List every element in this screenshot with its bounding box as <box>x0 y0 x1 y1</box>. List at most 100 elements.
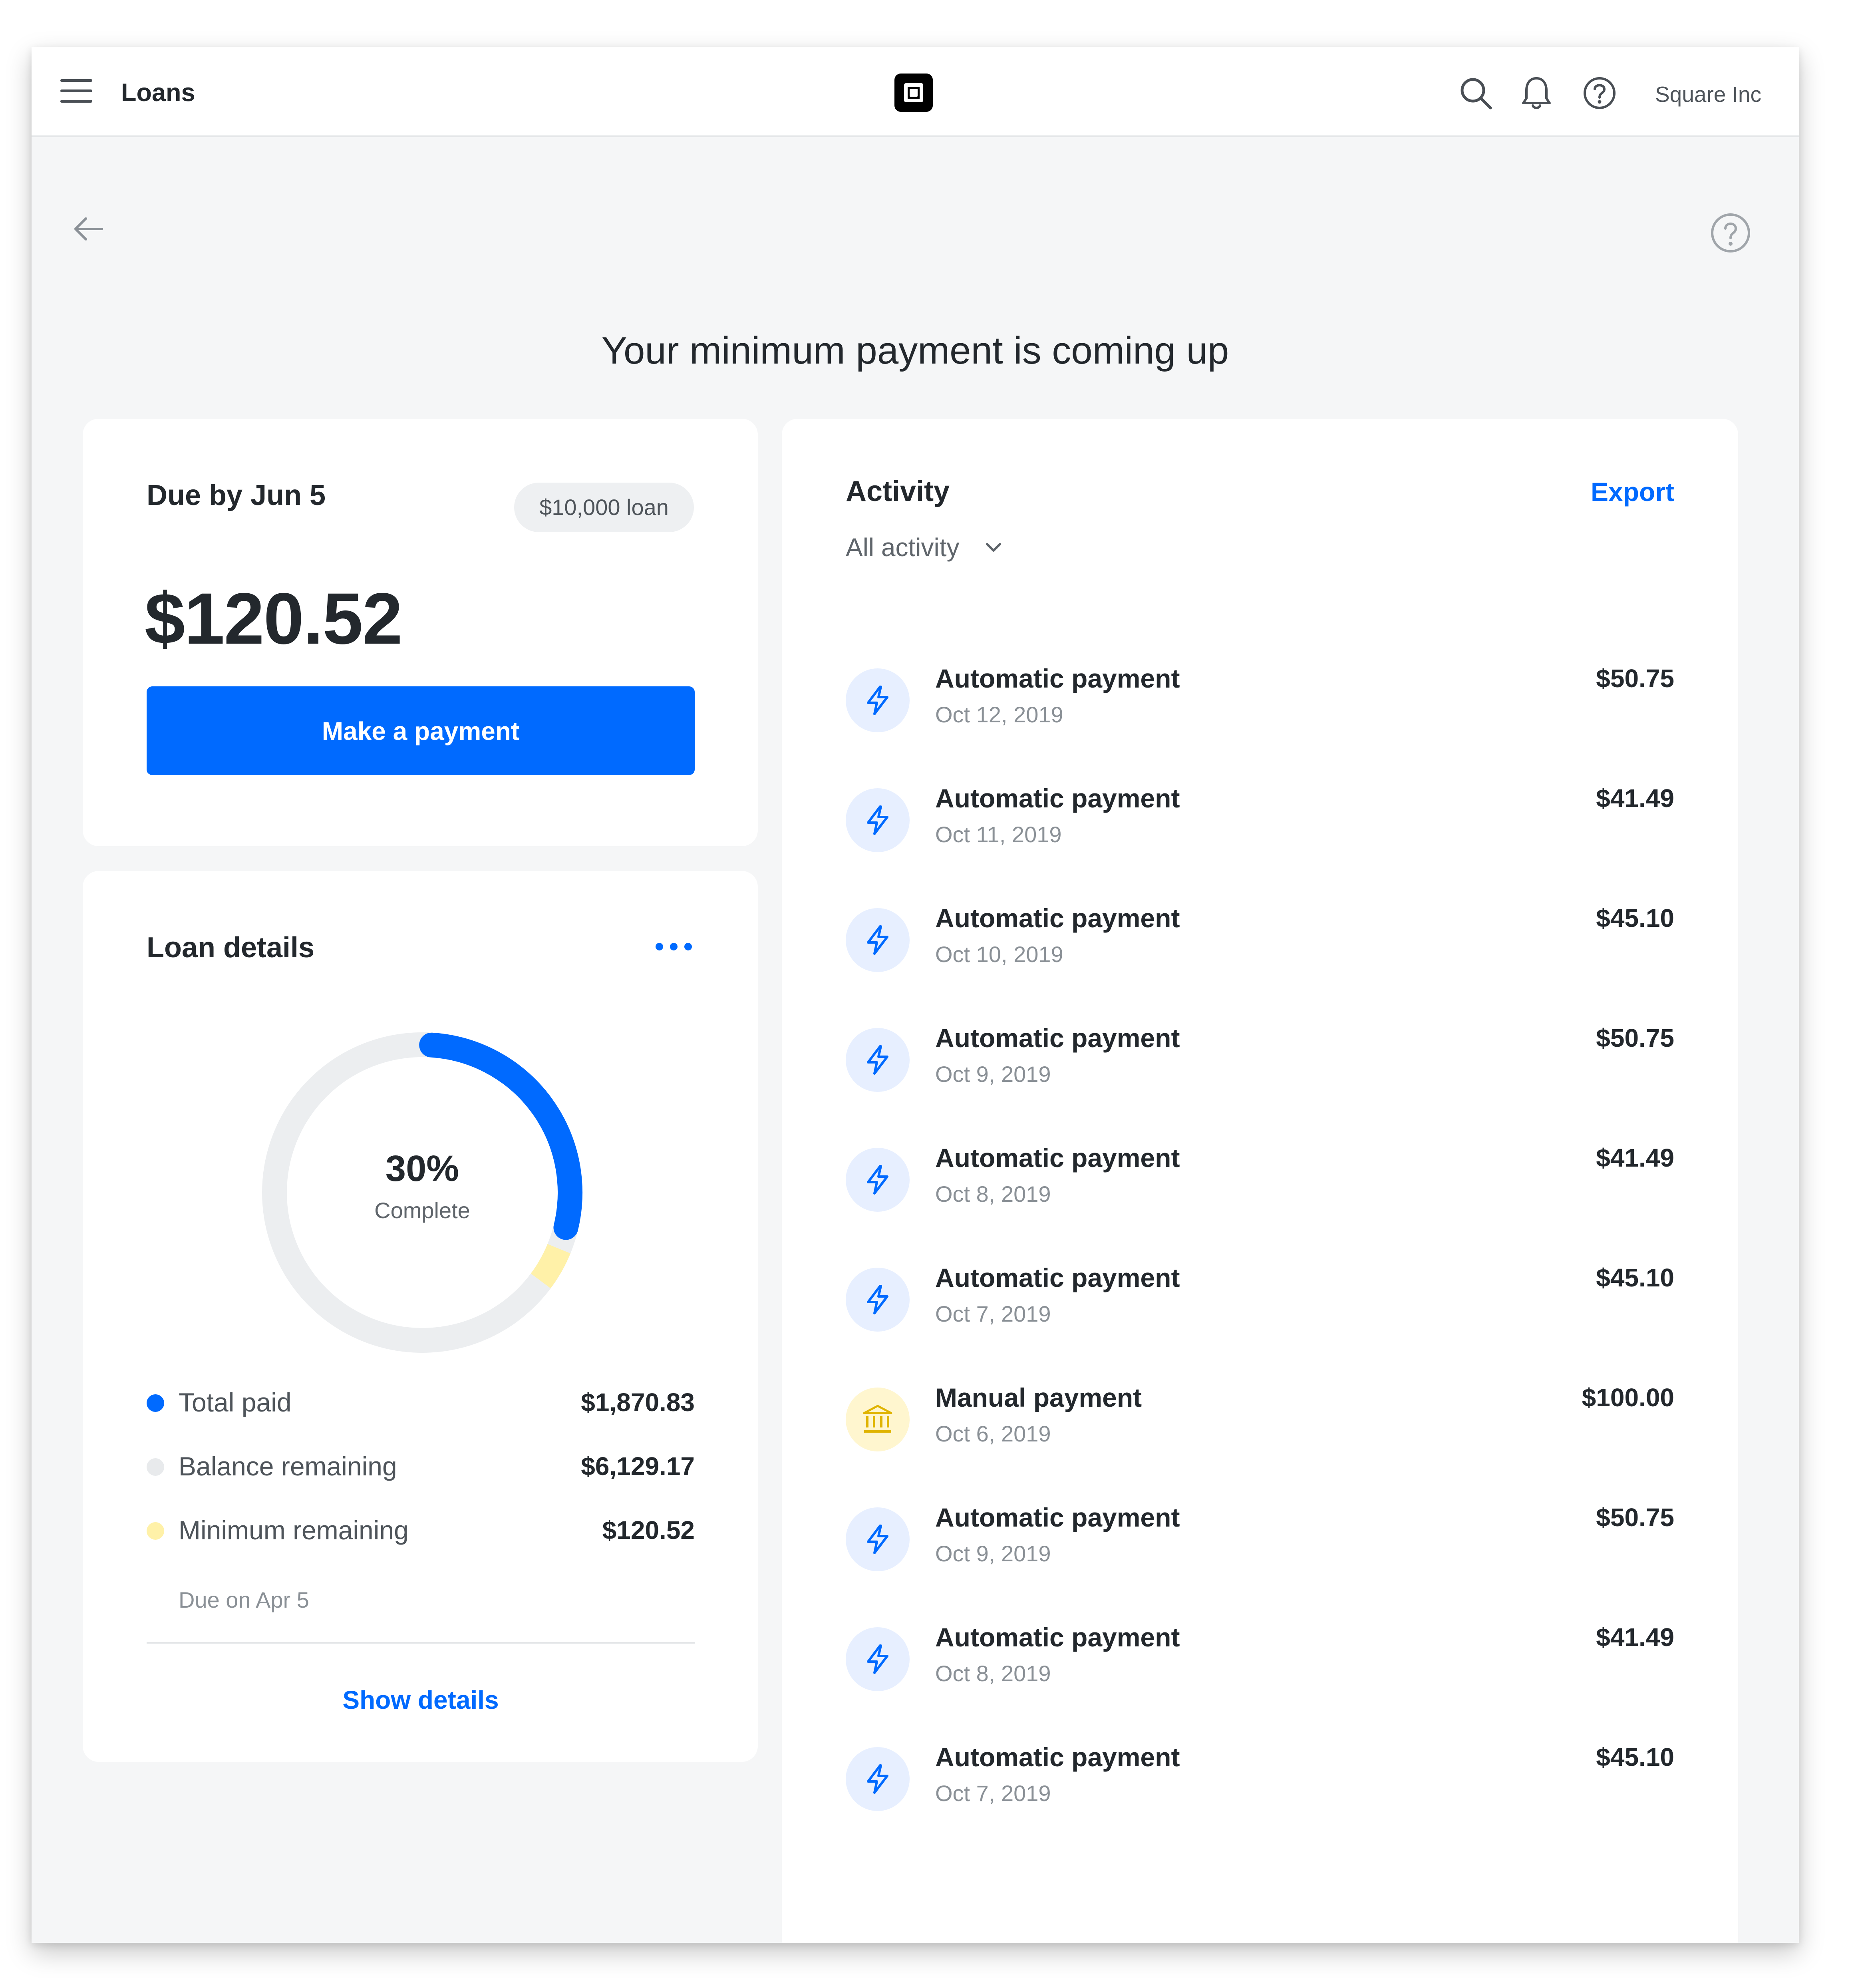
activity-item[interactable]: Automatic payment Oct 8, 2019 $41.49 <box>846 1142 1674 1222</box>
activity-name: Automatic payment <box>935 783 1180 813</box>
activity-title: Activity <box>846 475 950 507</box>
activity-amount: $45.10 <box>1596 1263 1674 1292</box>
lightning-glyph <box>867 925 888 955</box>
lightning-glyph <box>867 1045 888 1075</box>
legend-minimum-remaining: Minimum remaining $120.52 <box>147 1510 695 1550</box>
activity-name: Automatic payment <box>935 664 1180 693</box>
activity-amount: $45.10 <box>1596 904 1674 932</box>
activity-name: Automatic payment <box>935 903 1180 933</box>
account-name[interactable]: Square Inc <box>1655 82 1761 107</box>
legend-dot-blue <box>147 1394 164 1412</box>
activity-date: Oct 6, 2019 <box>935 1421 1051 1446</box>
activity-amount: $50.75 <box>1596 664 1674 693</box>
activity-date: Oct 7, 2019 <box>935 1781 1051 1806</box>
bank-icon <box>846 1388 910 1451</box>
activity-amount: $41.49 <box>1596 784 1674 813</box>
progress-donut <box>262 1032 582 1353</box>
activity-name: Automatic payment <box>935 1742 1180 1772</box>
activity-date: Oct 9, 2019 <box>935 1062 1051 1087</box>
help-icon[interactable] <box>1582 75 1618 111</box>
lightning-icon <box>846 1148 910 1212</box>
lightning-icon <box>846 1507 910 1571</box>
activity-item[interactable]: Automatic payment Oct 7, 2019 $45.10 <box>846 1741 1674 1821</box>
progress-label: Complete <box>374 1198 470 1223</box>
divider <box>147 1642 695 1644</box>
activity-date: Oct 9, 2019 <box>935 1541 1051 1566</box>
activity-item[interactable]: Automatic payment Oct 9, 2019 $50.75 <box>846 1501 1674 1581</box>
chevron-down-icon[interactable] <box>982 538 1006 558</box>
activity-filter-dropdown[interactable]: All activity <box>846 531 960 563</box>
app-window: Loans Square Inc Your minimum payment is… <box>32 47 1799 1943</box>
bell-icon[interactable] <box>1518 75 1554 111</box>
show-details-link[interactable]: Show details <box>147 1682 695 1718</box>
loan-amount-badge: $10,000 loan <box>514 483 694 532</box>
legend-total-paid: Total paid $1,870.83 <box>147 1382 695 1422</box>
due-date-title: Due by Jun 5 <box>147 479 326 511</box>
activity-card: Activity Export All activity Automatic p… <box>782 419 1738 1943</box>
lightning-icon <box>846 1627 910 1691</box>
activity-date: Oct 10, 2019 <box>935 942 1063 967</box>
donut-minimum-arc <box>531 1244 570 1288</box>
progress-percent: 30% <box>385 1148 459 1189</box>
legend-label: Balance remaining <box>179 1451 397 1481</box>
activity-name: Automatic payment <box>935 1263 1180 1292</box>
legend-value: $6,129.17 <box>581 1452 695 1481</box>
lightning-icon <box>846 1747 910 1811</box>
lightning-glyph <box>867 1165 888 1195</box>
activity-item[interactable]: Automatic payment Oct 12, 2019 $50.75 <box>846 662 1674 742</box>
page-help-icon[interactable] <box>1709 212 1752 254</box>
loan-details-title: Loan details <box>147 932 315 964</box>
activity-item[interactable]: Automatic payment Oct 11, 2019 $41.49 <box>846 782 1674 862</box>
due-amount: $120.52 <box>145 578 403 659</box>
activity-item[interactable]: Automatic payment Oct 7, 2019 $45.10 <box>846 1262 1674 1342</box>
activity-name: Automatic payment <box>935 1503 1180 1532</box>
legend-label: Total paid <box>179 1388 292 1417</box>
lightning-icon <box>846 1268 910 1332</box>
lightning-icon <box>846 788 910 852</box>
legend-value: $1,870.83 <box>581 1388 695 1417</box>
activity-amount: $41.49 <box>1596 1623 1674 1652</box>
app-title: Loans <box>121 79 195 107</box>
activity-item[interactable]: Manual payment Oct 6, 2019 $100.00 <box>846 1382 1674 1461</box>
activity-item[interactable]: Automatic payment Oct 8, 2019 $41.49 <box>846 1621 1674 1701</box>
activity-name: Manual payment <box>935 1383 1142 1412</box>
lightning-glyph <box>867 1764 888 1794</box>
lightning-glyph <box>867 1525 888 1554</box>
lightning-icon <box>846 1028 910 1092</box>
activity-date: Oct 12, 2019 <box>935 702 1063 727</box>
legend-dot-yellow <box>147 1522 164 1540</box>
menu-icon[interactable] <box>60 79 92 103</box>
activity-item[interactable]: Automatic payment Oct 10, 2019 $45.10 <box>846 902 1674 982</box>
activity-amount: $50.75 <box>1596 1503 1674 1532</box>
more-options-icon[interactable] <box>654 938 694 954</box>
back-arrow-icon[interactable] <box>71 212 105 246</box>
activity-name: Automatic payment <box>935 1622 1180 1652</box>
activity-item[interactable]: Automatic payment Oct 9, 2019 $50.75 <box>846 1022 1674 1102</box>
activity-name: Automatic payment <box>935 1143 1180 1173</box>
due-card: Due by Jun 5 $10,000 loan $120.52 Make a… <box>83 419 758 846</box>
lightning-glyph <box>867 1644 888 1674</box>
legend-dot-gray <box>147 1458 164 1476</box>
search-icon[interactable] <box>1458 75 1494 111</box>
activity-date: Oct 8, 2019 <box>935 1181 1051 1207</box>
make-payment-button[interactable]: Make a payment <box>147 686 695 775</box>
square-logo[interactable] <box>894 74 933 112</box>
activity-amount: $50.75 <box>1596 1024 1674 1052</box>
legend-balance-remaining: Balance remaining $6,129.17 <box>147 1446 695 1486</box>
activity-amount: $100.00 <box>1582 1383 1674 1412</box>
bank-glyph <box>863 1405 892 1433</box>
loan-details-card: Loan details 30% Complete Total paid $1,… <box>83 871 758 1762</box>
activity-date: Oct 11, 2019 <box>935 822 1062 847</box>
activity-name: Automatic payment <box>935 1023 1180 1053</box>
activity-date: Oct 8, 2019 <box>935 1661 1051 1686</box>
lightning-glyph <box>867 1285 888 1314</box>
minimum-due-date: Due on Apr 5 <box>179 1587 309 1612</box>
lightning-glyph <box>867 686 888 715</box>
page-headline: Your minimum payment is coming up <box>601 329 1229 372</box>
activity-date: Oct 7, 2019 <box>935 1301 1051 1326</box>
legend-value: $120.52 <box>602 1516 695 1545</box>
legend-label: Minimum remaining <box>179 1515 409 1545</box>
export-link[interactable]: Export <box>1591 476 1674 508</box>
activity-amount: $45.10 <box>1596 1743 1674 1771</box>
top-bar: Loans Square Inc <box>32 47 1799 137</box>
